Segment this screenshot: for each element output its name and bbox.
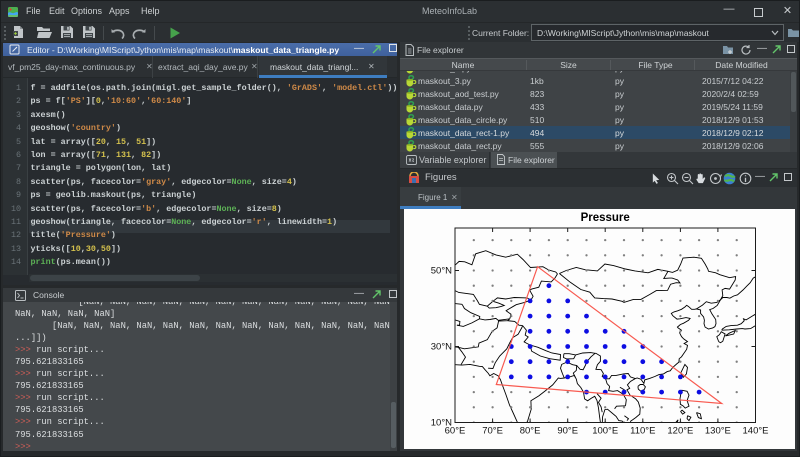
- svg-text:100°E: 100°E: [592, 426, 618, 437]
- svg-text:10°N: 10°N: [431, 418, 452, 429]
- svg-text:50°N: 50°N: [431, 266, 452, 277]
- svg-text:110°E: 110°E: [630, 426, 655, 437]
- svg-text:70°E: 70°E: [482, 426, 503, 437]
- svg-text:130°E: 130°E: [705, 426, 731, 437]
- svg-text:Pressure: Pressure: [581, 212, 630, 224]
- svg-text:120°E: 120°E: [667, 426, 693, 437]
- svg-text:30°N: 30°N: [431, 342, 452, 353]
- svg-text:80°E: 80°E: [520, 426, 541, 437]
- svg-text:140°E: 140°E: [743, 426, 769, 437]
- svg-text:90°E: 90°E: [557, 426, 578, 437]
